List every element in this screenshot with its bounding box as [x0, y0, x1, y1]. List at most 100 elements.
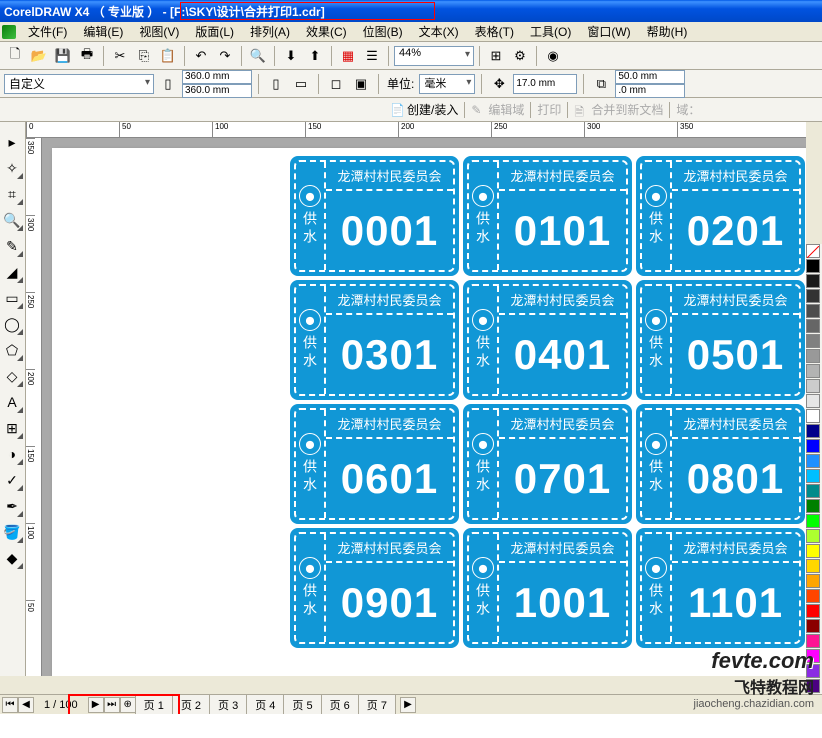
copy-icon[interactable]: ⎘ — [133, 45, 155, 67]
blend-tool-icon[interactable]: ◑ — [0, 442, 24, 466]
color-swatch[interactable] — [806, 559, 820, 573]
color-swatch[interactable] — [806, 289, 820, 303]
save-icon[interactable]: 💾 — [52, 45, 74, 67]
menu-text[interactable]: 文本(X) — [411, 21, 467, 42]
units-combo[interactable]: 毫米 — [419, 74, 475, 94]
ticket[interactable]: ⬤供水龙潭村村民委员会0601 — [290, 404, 459, 524]
color-swatch[interactable] — [806, 484, 820, 498]
menu-arrange[interactable]: 排列(A) — [242, 21, 298, 42]
color-swatch[interactable] — [806, 544, 820, 558]
ticket[interactable]: ⬤供水龙潭村村民委员会0201 — [636, 156, 805, 276]
page-tab[interactable]: 页 7 — [358, 694, 396, 716]
options-icon[interactable]: ⚙ — [509, 45, 531, 67]
page-height-input[interactable] — [182, 84, 252, 98]
rectangle-tool-icon[interactable]: ▭ — [0, 286, 24, 310]
menu-window[interactable]: 窗口(W) — [579, 21, 638, 42]
color-swatch[interactable] — [806, 319, 820, 333]
color-swatch[interactable] — [806, 439, 820, 453]
new-icon[interactable]: 🗋 — [4, 45, 26, 67]
polygon-tool-icon[interactable]: ⬠ — [0, 338, 24, 362]
ticket[interactable]: ⬤供水龙潭村村民委员会0301 — [290, 280, 459, 400]
freehand-tool-icon[interactable]: ✎ — [0, 234, 24, 258]
first-page-icon[interactable]: ⏮ — [2, 697, 18, 713]
menu-tools[interactable]: 工具(O) — [522, 21, 579, 42]
page-current-icon[interactable]: ▣ — [350, 73, 372, 95]
menu-help[interactable]: 帮助(H) — [639, 21, 696, 42]
dup-y-input[interactable] — [615, 84, 685, 98]
color-swatch[interactable] — [806, 469, 820, 483]
color-swatch[interactable] — [806, 454, 820, 468]
cut-icon[interactable]: ✂ — [109, 45, 131, 67]
color-swatch[interactable] — [806, 364, 820, 378]
page-tab[interactable]: 页 4 — [246, 694, 284, 716]
menu-bitmap[interactable]: 位图(B) — [355, 21, 411, 42]
last-page-icon[interactable]: ⏭ — [104, 697, 120, 713]
menu-table[interactable]: 表格(T) — [467, 21, 522, 42]
color-swatch[interactable] — [806, 259, 820, 273]
landscape-icon[interactable]: ▭ — [290, 73, 312, 95]
snap-icon[interactable]: ⊞ — [485, 45, 507, 67]
zoom-tool-icon[interactable]: 🔍 — [0, 208, 24, 232]
help-icon[interactable]: ◉ — [542, 45, 564, 67]
tab-scroll-right-icon[interactable]: ▶ — [400, 697, 416, 713]
ticket[interactable]: ⬤供水龙潭村村民委员会1001 — [463, 528, 632, 648]
redo-icon[interactable]: ↷ — [214, 45, 236, 67]
ticket[interactable]: ⬤供水龙潭村村民委员会0501 — [636, 280, 805, 400]
ticket[interactable]: ⬤供水龙潭村村民委员会0401 — [463, 280, 632, 400]
color-swatch[interactable] — [806, 349, 820, 363]
paper-combo[interactable]: 自定义 — [4, 74, 154, 94]
page-tab[interactable]: 页 1 — [135, 694, 173, 716]
menu-layout[interactable]: 版面(L) — [187, 21, 242, 42]
create-load-button[interactable]: 📄创建/装入 — [390, 101, 458, 118]
page-tab[interactable]: 页 5 — [283, 694, 321, 716]
page-tab[interactable]: 页 3 — [209, 694, 247, 716]
welcome-icon[interactable]: ☰ — [361, 45, 383, 67]
ticket[interactable]: ⬤供水龙潭村村民委员会0701 — [463, 404, 632, 524]
pick-tool-icon[interactable]: ▸ — [0, 130, 24, 154]
undo-icon[interactable]: ↶ — [190, 45, 212, 67]
page-tab[interactable]: 页 2 — [172, 694, 210, 716]
page-tab[interactable]: 页 6 — [321, 694, 359, 716]
color-swatch[interactable] — [806, 589, 820, 603]
interactive-fill-icon[interactable]: ◆ — [0, 546, 24, 570]
smart-fill-icon[interactable]: ◢ — [0, 260, 24, 284]
color-swatch[interactable] — [806, 274, 820, 288]
portrait-icon[interactable]: ▯ — [265, 73, 287, 95]
shape-tool-icon[interactable]: ✧ — [0, 156, 24, 180]
color-swatch[interactable] — [806, 334, 820, 348]
open-icon[interactable]: 📂 — [28, 45, 50, 67]
page-width-input[interactable] — [182, 70, 252, 84]
canvas-area[interactable]: ⬤供水龙潭村村民委员会0001⬤供水龙潭村村民委员会0101⬤供水龙潭村村民委员… — [42, 138, 806, 676]
print-icon[interactable]: 🖶 — [76, 45, 98, 67]
color-swatch[interactable] — [806, 424, 820, 438]
color-swatch[interactable] — [806, 619, 820, 633]
color-swatch[interactable] — [806, 394, 820, 408]
eyedropper-icon[interactable]: ✓ — [0, 468, 24, 492]
color-swatch[interactable] — [806, 379, 820, 393]
nudge-input[interactable] — [513, 74, 577, 94]
ticket[interactable]: ⬤供水龙潭村村民委员会1101 — [636, 528, 805, 648]
zoom-combo[interactable]: 44% — [394, 46, 474, 66]
color-swatch[interactable] — [806, 514, 820, 528]
app-launcher-icon[interactable]: ▦ — [337, 45, 359, 67]
ticket[interactable]: ⬤供水龙潭村村民委员会0001 — [290, 156, 459, 276]
export-icon[interactable]: ⬆ — [304, 45, 326, 67]
basic-shapes-icon[interactable]: ◇ — [0, 364, 24, 388]
ticket[interactable]: ⬤供水龙潭村村民委员会0101 — [463, 156, 632, 276]
color-swatch[interactable] — [806, 574, 820, 588]
color-swatch[interactable] — [806, 499, 820, 513]
color-swatch[interactable] — [806, 604, 820, 618]
import-icon[interactable]: ⬇ — [280, 45, 302, 67]
add-page-icon[interactable]: ⊕ — [120, 697, 136, 713]
fill-tool-icon[interactable]: 🪣 — [0, 520, 24, 544]
search-icon[interactable]: 🔍 — [247, 45, 269, 67]
dup-x-input[interactable] — [615, 70, 685, 84]
ellipse-tool-icon[interactable]: ◯ — [0, 312, 24, 336]
outline-tool-icon[interactable]: ✒ — [0, 494, 24, 518]
next-page-icon[interactable]: ▶ — [88, 697, 104, 713]
color-swatch[interactable] — [806, 409, 820, 423]
menu-file[interactable]: 文件(F) — [20, 21, 75, 42]
color-swatch[interactable] — [806, 304, 820, 318]
crop-tool-icon[interactable]: ⌗ — [0, 182, 24, 206]
color-swatch[interactable] — [806, 529, 820, 543]
